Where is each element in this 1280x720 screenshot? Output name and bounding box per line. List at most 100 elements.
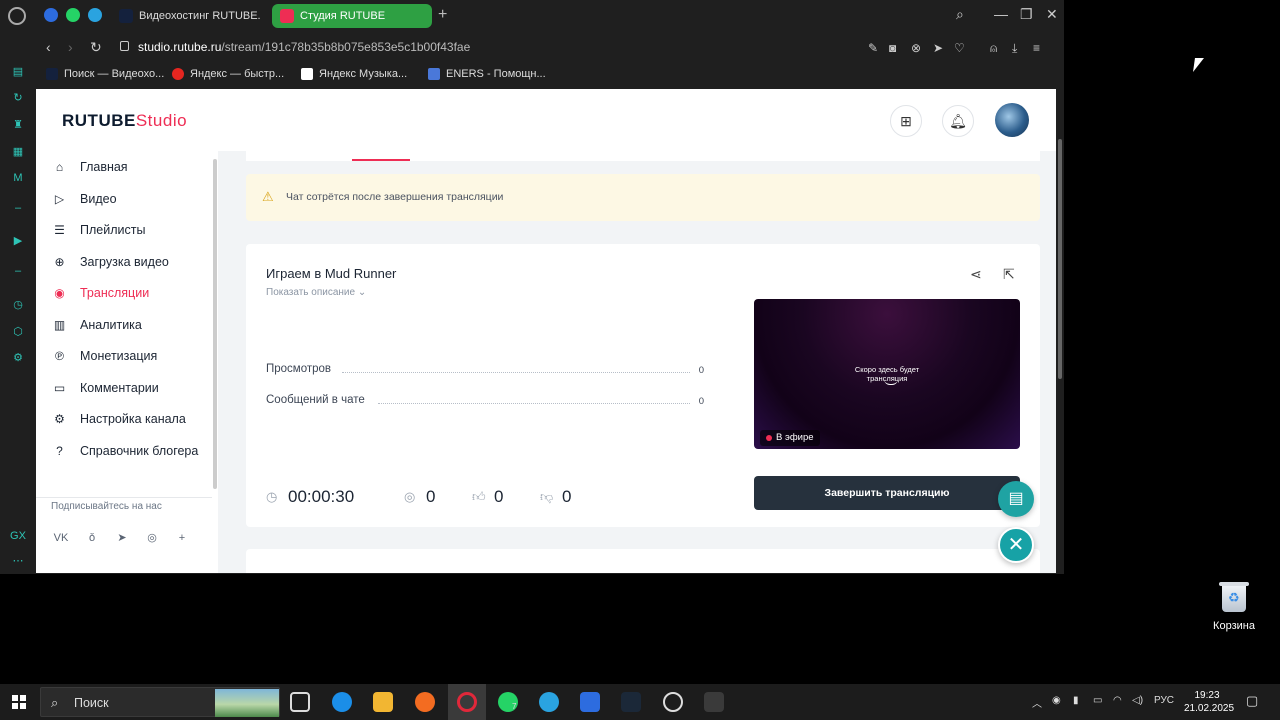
edge-icon[interactable] <box>332 692 352 712</box>
sidebar-more-icon[interactable]: ⋯ <box>10 553 26 569</box>
nav-item-broadcasts[interactable]: ◉ Трансляции <box>52 284 149 304</box>
back-icon[interactable]: ‹ <box>46 39 51 55</box>
tray-overflow-icon[interactable]: ︿ <box>1032 695 1042 710</box>
add-content-button[interactable]: ⊞ <box>890 105 922 137</box>
browser-window: ▤ ↻ ♜ ▦ M – ▶ – ◷ ⬡ ⚙ GX ⋯ Видеохостинг … <box>0 0 1064 574</box>
wifi-icon[interactable]: ◠ <box>1113 695 1122 706</box>
nav-item-video[interactable]: ▷ Видео <box>52 190 117 210</box>
telegram-icon[interactable] <box>539 692 559 712</box>
volume-icon[interactable]: ◁) <box>1132 695 1143 706</box>
viewer-icon: ◎ <box>404 489 416 504</box>
steam-icon[interactable] <box>621 692 641 712</box>
tray-usb-icon[interactable]: ▮ <box>1073 695 1079 706</box>
chat-fab-button[interactable]: ▤ <box>998 481 1034 517</box>
upload-icon: ⊕ <box>54 255 65 269</box>
nav-item-channel-settings[interactable]: ⚙ Настройка канала <box>52 410 186 430</box>
avatar[interactable] <box>995 103 1029 137</box>
share-icon[interactable]: ⋖ <box>970 266 982 283</box>
recycle-bin[interactable]: Корзина <box>1204 578 1264 632</box>
task-view-icon[interactable] <box>290 692 310 712</box>
new-tab-icon[interactable]: + <box>438 6 447 24</box>
viber-icon[interactable]: ◎ <box>143 529 161 547</box>
sidebar-news-icon[interactable]: ▤ <box>10 64 26 80</box>
telegram-tab-icon[interactable] <box>88 8 102 22</box>
sidebar-mail-icon[interactable]: ▦ <box>10 144 26 160</box>
windows-start-icon[interactable] <box>12 695 26 709</box>
more-social-icon[interactable]: + <box>173 529 191 547</box>
telegram-icon[interactable]: ➤ <box>113 529 131 547</box>
stream-preview[interactable]: Скоро здесь будет трансляция В эфире <box>754 299 1020 449</box>
shield-icon[interactable]: ⊗ <box>911 41 921 55</box>
opera-logo-icon[interactable] <box>8 7 26 25</box>
stat-value: 0 <box>698 365 704 376</box>
nav-scrollbar[interactable] <box>212 151 218 573</box>
close-window-icon[interactable]: ✕ <box>1046 6 1058 23</box>
tab-rutube-video[interactable]: Видеохостинг RUTUBE. С <box>111 4 263 28</box>
nav-item-analytics[interactable]: ▥ Аналитика <box>52 316 142 336</box>
end-stream-button[interactable]: Завершить трансляцию <box>754 476 1020 510</box>
tab-bar: Видеохостинг RUTUBE. С Студия RUTUBE + ⌕… <box>36 0 1064 32</box>
rutube-studio-logo[interactable]: RUTUBEStudio <box>62 111 187 131</box>
language-indicator[interactable]: РУС <box>1154 695 1174 706</box>
nav-item-upload[interactable]: ⊕ Загрузка видео <box>52 253 168 273</box>
nav-item-home[interactable]: ⌂ Главная <box>52 158 128 178</box>
game-app-icon[interactable] <box>704 692 724 712</box>
url-field[interactable]: studio.rutube.ru/stream/191c78b35b8b075e… <box>138 40 470 54</box>
sidebar-player-icon[interactable]: ▶ <box>10 233 26 249</box>
minimize-icon[interactable]: — <box>994 6 1008 22</box>
ok-icon[interactable]: ǒ <box>83 529 101 547</box>
sidebar-gx-icon[interactable]: GX <box>10 528 26 544</box>
vk-icon[interactable]: VK <box>52 529 70 547</box>
tab-rutube-studio[interactable]: Студия RUTUBE <box>272 4 432 28</box>
bookmark-4[interactable]: ENERS - Помощн... <box>428 68 546 80</box>
studio-favicon-icon <box>280 9 294 23</box>
forward-icon[interactable]: › <box>68 39 73 55</box>
bookmark-1[interactable]: Поиск — Видеохо... <box>46 68 164 80</box>
obs-icon[interactable] <box>663 692 683 712</box>
page-scrollbar[interactable] <box>1056 89 1064 573</box>
menu-icon[interactable]: ≡ <box>1033 41 1040 55</box>
whatsapp-tab-icon[interactable] <box>66 8 80 22</box>
sidebar-settings-icon[interactable]: ⚙ <box>10 350 26 366</box>
sidebar-cube-icon[interactable]: ⬡ <box>10 324 26 340</box>
nav-item-blogger-guide[interactable]: ? Справочник блогера <box>52 442 198 462</box>
sidebar-m-icon[interactable]: M <box>10 170 26 186</box>
heart-icon[interactable]: ♡ <box>954 41 965 55</box>
notifications-icon[interactable]: ▢ <box>1246 693 1258 709</box>
camera-icon[interactable]: ◙ <box>889 41 896 55</box>
bookmark-3[interactable]: Яндекс Музыка... <box>301 68 407 80</box>
send-icon[interactable]: ➤ <box>933 41 943 55</box>
vk-tab-icon[interactable] <box>44 8 58 22</box>
search-tabs-icon[interactable]: ⌕ <box>956 6 964 23</box>
profile-icon[interactable]: ⍝ <box>990 41 997 56</box>
file-explorer-icon[interactable] <box>373 692 393 712</box>
reload-icon[interactable]: ↻ <box>90 39 102 56</box>
tray-app-icon[interactable]: ◉ <box>1052 695 1061 706</box>
tab-label: Студия RUTUBE <box>300 10 386 22</box>
close-fab-button[interactable]: ✕ <box>998 527 1034 563</box>
media-app-icon[interactable] <box>415 692 435 712</box>
stream-card: Играем в Mud Runner Показать описание ⌄ … <box>246 244 1040 527</box>
clock[interactable]: 19:23 21.02.2025 <box>1184 689 1234 715</box>
maximize-icon[interactable]: ❐ <box>1020 6 1033 23</box>
battery-icon[interactable]: ▭ <box>1093 695 1102 706</box>
taskbar-search[interactable]: ⌕ Поиск <box>40 687 280 717</box>
bookmark-2[interactable]: Яндекс — быстр... <box>172 68 284 80</box>
open-external-icon[interactable]: ⇱ <box>1003 266 1015 283</box>
nav-item-playlists[interactable]: ☰ Плейлисты <box>52 221 145 241</box>
notifications-bell-icon[interactable]: 🔔︎ <box>942 105 974 137</box>
app-s-icon[interactable] <box>580 692 600 712</box>
sidebar-clock-icon[interactable]: ◷ <box>10 297 26 313</box>
edit-icon[interactable]: ✎ <box>868 41 878 55</box>
playlist-icon: ☰ <box>54 223 65 237</box>
show-description-link[interactable]: Показать описание ⌄ <box>266 287 366 298</box>
nav-item-comments[interactable]: ▭ Комментарии <box>52 379 159 399</box>
video-icon: ▷ <box>54 192 65 206</box>
active-tab-indicator <box>352 159 410 161</box>
opera-icon[interactable] <box>457 692 477 712</box>
sidebar-tool-icon[interactable]: ♜ <box>10 117 26 133</box>
download-icon[interactable]: ⤓ <box>1012 41 1017 56</box>
stat-label: Сообщений в чате <box>266 394 365 406</box>
nav-item-monetization[interactable]: ℗ Монетизация <box>52 347 157 367</box>
sidebar-refresh-icon[interactable]: ↻ <box>10 90 26 106</box>
